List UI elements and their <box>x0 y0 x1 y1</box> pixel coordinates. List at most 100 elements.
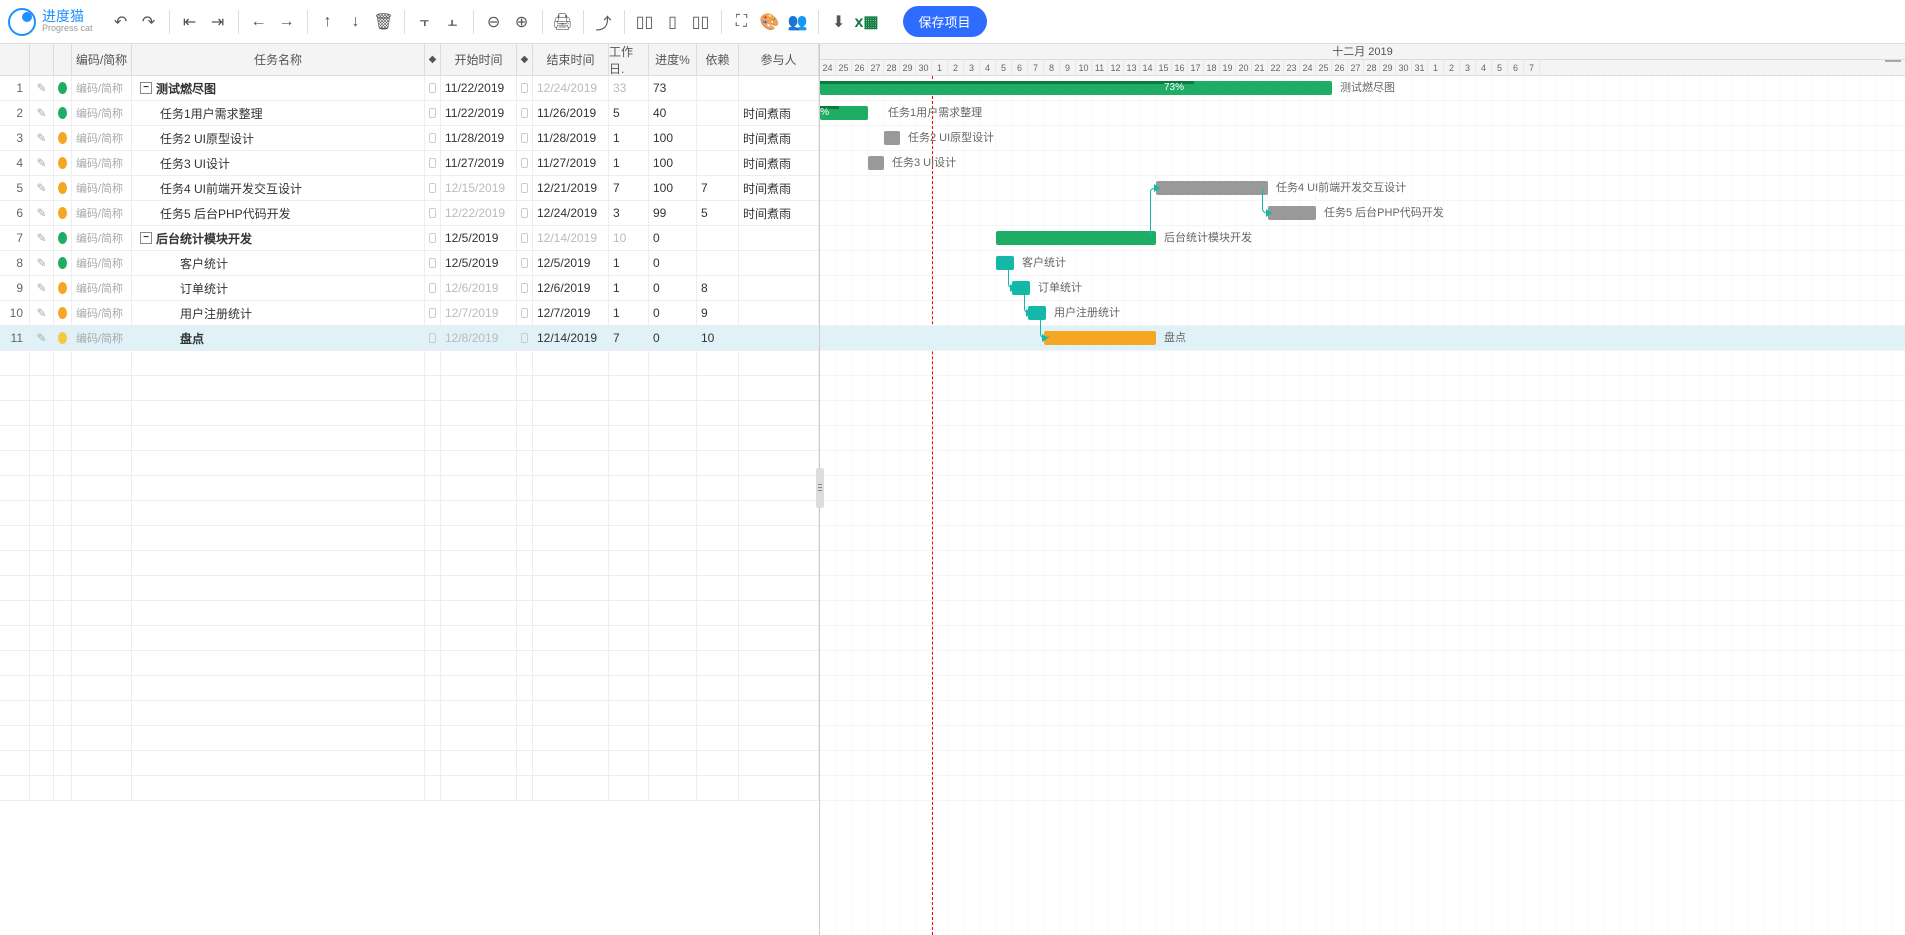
cell-progress[interactable]: 100 <box>649 176 697 200</box>
edit-icon[interactable]: ✎ <box>30 201 54 225</box>
table-row[interactable]: 1 ✎ 编码/简称 − 测试燃尽图 11/22/2019 12/24/2019 … <box>0 76 819 101</box>
cell-dep[interactable] <box>697 151 739 175</box>
table-row[interactable]: 5 ✎ 编码/简称 任务4 UI前端开发交互设计 12/15/2019 12/2… <box>0 176 819 201</box>
header-start[interactable]: 开始时间 <box>441 44 517 75</box>
checkbox-start[interactable] <box>429 308 436 318</box>
cell-participants[interactable] <box>739 251 819 275</box>
cell-progress[interactable]: 0 <box>649 326 697 350</box>
cell-participants[interactable] <box>739 326 819 350</box>
cell-dep[interactable]: 9 <box>697 301 739 325</box>
expand-icon[interactable]: − <box>140 232 152 244</box>
checkbox-end[interactable] <box>521 183 528 193</box>
align-bottom-icon[interactable]: ⫠ <box>441 10 465 34</box>
cell-dep[interactable] <box>697 251 739 275</box>
cell-code[interactable]: 编码/简称 <box>72 301 132 325</box>
cell-code[interactable]: 编码/简称 <box>72 326 132 350</box>
indent-icon[interactable]: ⇥ <box>206 10 230 34</box>
cell-start[interactable]: 12/7/2019 <box>441 301 517 325</box>
cell-days[interactable]: 1 <box>609 151 649 175</box>
gantt-bar[interactable]: 任务3 UI设计 <box>868 156 884 170</box>
cell-dep[interactable] <box>697 226 739 250</box>
cell-progress[interactable]: 73 <box>649 76 697 100</box>
checkbox-start[interactable] <box>429 158 436 168</box>
cell-dep[interactable] <box>697 126 739 150</box>
cell-start[interactable]: 11/22/2019 <box>441 76 517 100</box>
cell-participants[interactable] <box>739 276 819 300</box>
cell-name[interactable]: 任务5 后台PHP代码开发 <box>132 201 425 225</box>
cell-name[interactable]: 盘点 <box>132 326 425 350</box>
gantt-bar[interactable]: 任务5 后台PHP代码开发 <box>1268 206 1316 220</box>
cell-code[interactable]: 编码/简称 <box>72 101 132 125</box>
checkbox-start[interactable] <box>429 258 436 268</box>
table-row[interactable]: 11 ✎ 编码/简称 盘点 12/8/2019 12/14/2019 7 0 1… <box>0 326 819 351</box>
align-top-icon[interactable]: ⫟ <box>413 10 437 34</box>
edit-icon[interactable]: ✎ <box>30 251 54 275</box>
cell-participants[interactable]: 时间煮雨 <box>739 151 819 175</box>
cell-days[interactable]: 33 <box>609 76 649 100</box>
checkbox-end[interactable] <box>521 133 528 143</box>
cell-start[interactable]: 12/8/2019 <box>441 326 517 350</box>
gantt-bar[interactable]: 客户统计 <box>996 256 1014 270</box>
cell-participants[interactable] <box>739 301 819 325</box>
cell-progress[interactable]: 99 <box>649 201 697 225</box>
cell-start[interactable]: 12/5/2019 <box>441 251 517 275</box>
cell-name[interactable]: − 测试燃尽图 <box>132 76 425 100</box>
cell-dep[interactable]: 10 <box>697 326 739 350</box>
cell-name[interactable]: − 后台统计模块开发 <box>132 226 425 250</box>
cell-start[interactable]: 12/15/2019 <box>441 176 517 200</box>
zoom-in-icon[interactable]: ⊕ <box>510 10 534 34</box>
checkbox-end[interactable] <box>521 258 528 268</box>
cell-name[interactable]: 任务2 UI原型设计 <box>132 126 425 150</box>
cell-end[interactable]: 11/27/2019 <box>533 151 609 175</box>
cell-name[interactable]: 客户统计 <box>132 251 425 275</box>
header-code[interactable]: 编码/简称 <box>72 44 132 75</box>
splitter-handle[interactable] <box>816 468 824 508</box>
checkbox-end[interactable] <box>521 158 528 168</box>
checkbox-start[interactable] <box>429 233 436 243</box>
checkbox-end[interactable] <box>521 283 528 293</box>
cell-progress[interactable]: 0 <box>649 276 697 300</box>
edit-icon[interactable]: ✎ <box>30 301 54 325</box>
cell-progress[interactable]: 100 <box>649 126 697 150</box>
table-row[interactable]: 2 ✎ 编码/简称 任务1用户需求整理 11/22/2019 11/26/201… <box>0 101 819 126</box>
cell-participants[interactable] <box>739 226 819 250</box>
cell-end[interactable]: 12/21/2019 <box>533 176 609 200</box>
cell-dep[interactable] <box>697 101 739 125</box>
gantt-bar[interactable]: 40%任务1用户需求整理 <box>820 106 868 120</box>
print-icon[interactable]: 🖨 <box>551 10 575 34</box>
cell-days[interactable]: 3 <box>609 201 649 225</box>
layout1-icon[interactable]: ▯▯ <box>633 10 657 34</box>
table-row[interactable]: 7 ✎ 编码/简称 − 后台统计模块开发 12/5/2019 12/14/201… <box>0 226 819 251</box>
table-row[interactable]: 3 ✎ 编码/简称 任务2 UI原型设计 11/28/2019 11/28/20… <box>0 126 819 151</box>
cell-progress[interactable]: 0 <box>649 301 697 325</box>
cell-end[interactable]: 12/14/2019 <box>533 326 609 350</box>
cell-days[interactable]: 7 <box>609 326 649 350</box>
cell-days[interactable]: 1 <box>609 301 649 325</box>
cell-participants[interactable]: 时间煮雨 <box>739 101 819 125</box>
checkbox-start[interactable] <box>429 108 436 118</box>
checkbox-start[interactable] <box>429 183 436 193</box>
undo-icon[interactable]: ↶ <box>109 10 133 34</box>
cell-days[interactable]: 5 <box>609 101 649 125</box>
checkbox-end[interactable] <box>521 108 528 118</box>
cell-participants[interactable]: 时间煮雨 <box>739 201 819 225</box>
delete-icon[interactable]: 🗑 <box>372 10 396 34</box>
cell-start[interactable]: 12/6/2019 <box>441 276 517 300</box>
table-row[interactable]: 4 ✎ 编码/简称 任务3 UI设计 11/27/2019 11/27/2019… <box>0 151 819 176</box>
share-icon[interactable]: ⤴ <box>592 10 616 34</box>
cell-code[interactable]: 编码/简称 <box>72 126 132 150</box>
outdent-icon[interactable]: ⇤ <box>178 10 202 34</box>
cell-code[interactable]: 编码/简称 <box>72 201 132 225</box>
checkbox-start[interactable] <box>429 133 436 143</box>
cell-code[interactable]: 编码/简称 <box>72 151 132 175</box>
cell-start[interactable]: 11/28/2019 <box>441 126 517 150</box>
cell-progress[interactable]: 100 <box>649 151 697 175</box>
zoom-out-icon[interactable]: ⊖ <box>482 10 506 34</box>
checkbox-end[interactable] <box>521 333 528 343</box>
cell-participants[interactable]: 时间煮雨 <box>739 176 819 200</box>
cell-name[interactable]: 任务3 UI设计 <box>132 151 425 175</box>
gantt-bar[interactable]: 任务4 UI前端开发交互设计 <box>1156 181 1268 195</box>
cell-end[interactable]: 12/6/2019 <box>533 276 609 300</box>
cell-start[interactable]: 11/27/2019 <box>441 151 517 175</box>
header-dep[interactable]: 依赖 <box>697 44 739 75</box>
